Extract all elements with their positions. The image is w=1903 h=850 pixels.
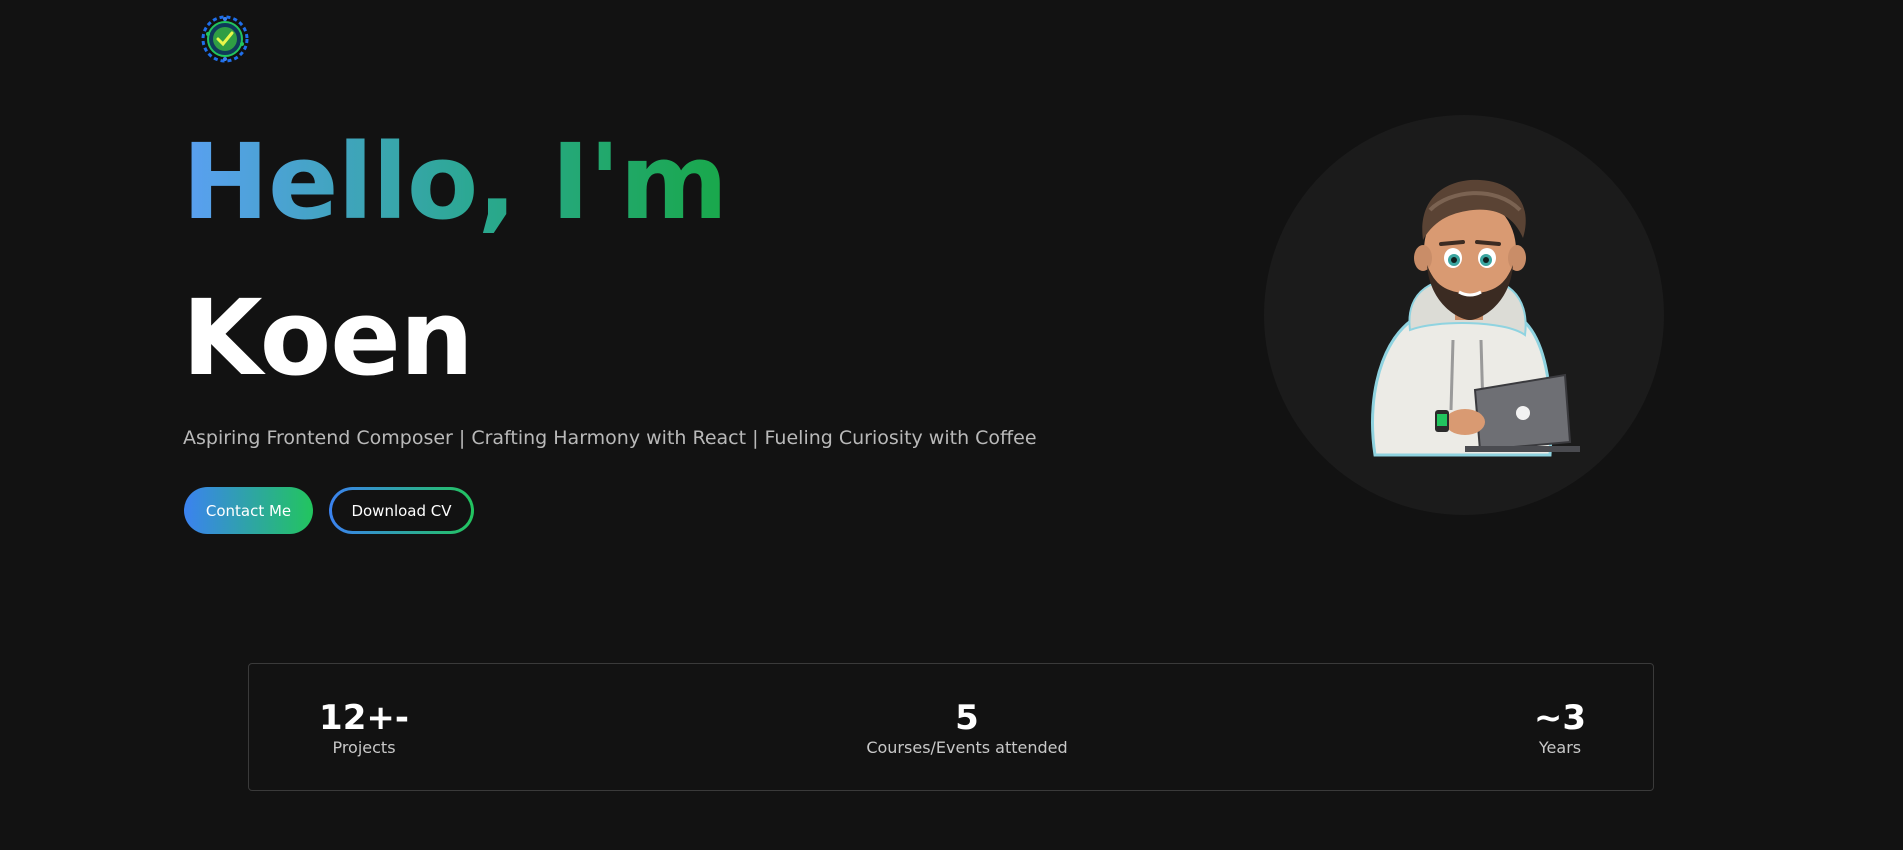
contact-me-button[interactable]: Contact Me	[184, 487, 313, 534]
stat-value: 5	[955, 698, 979, 738]
stat-courses: 5 Courses/Events attended	[852, 698, 1082, 758]
site-logo[interactable]	[200, 14, 250, 64]
download-cv-label: Download CV	[332, 490, 471, 531]
download-cv-button[interactable]: Download CV	[329, 487, 474, 534]
hero-name: Koen	[182, 277, 474, 399]
stat-label: Projects	[332, 738, 396, 757]
hero-greeting: Hello, I'm	[182, 121, 728, 243]
stats-panel: 12+- Projects 5 Courses/Events attended …	[248, 663, 1654, 791]
globe-logo-icon	[201, 15, 249, 63]
developer-avatar-icon	[1371, 179, 1580, 457]
stat-projects: 12+- Projects	[309, 698, 419, 758]
page: Hello, I'm Koen Aspiring Frontend Compos…	[0, 0, 1903, 850]
stat-value: ~3	[1533, 698, 1587, 738]
stat-label: Courses/Events attended	[866, 738, 1068, 757]
stat-value: 12+-	[319, 698, 409, 738]
hero-tagline: Aspiring Frontend Composer | Crafting Ha…	[183, 427, 1037, 449]
stat-label: Years	[1538, 738, 1582, 757]
stat-years: ~3 Years	[1505, 698, 1615, 758]
